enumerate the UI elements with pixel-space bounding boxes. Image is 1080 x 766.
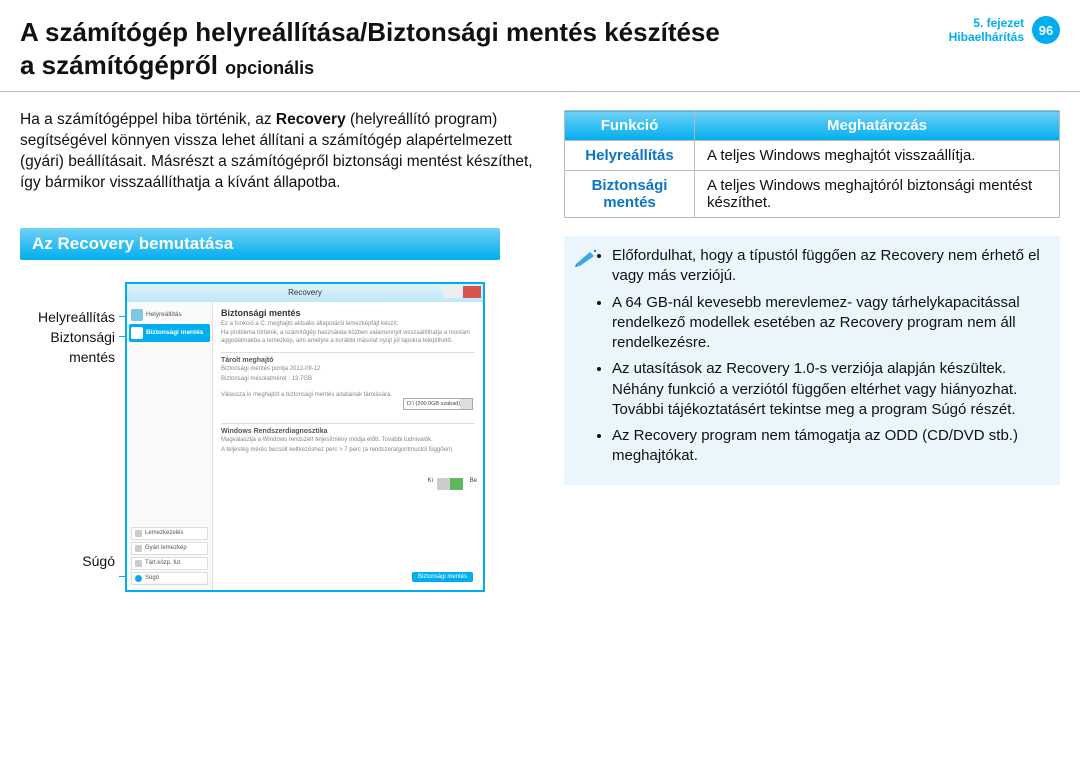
intro-paragraph: Ha a számítógéppel hiba történik, az Rec… bbox=[20, 110, 540, 194]
note-item-1: Előfordulhat, hogy a típustól függően az… bbox=[612, 246, 1048, 287]
td-def-backup: A teljes Windows meghajtóról biztonsági … bbox=[695, 171, 1060, 218]
ss-main-heading: Biztonsági mentés bbox=[221, 308, 475, 318]
chapter-label: 5. fejezet Hibaelhárítás bbox=[949, 16, 1024, 45]
sidebar-help-label: Súgó bbox=[145, 575, 159, 581]
table-row: Helyreállítás A teljes Windows meghajtót… bbox=[565, 141, 1060, 171]
function-table: Funkció Meghatározás Helyreállítás A tel… bbox=[564, 110, 1060, 218]
right-column: Funkció Meghatározás Helyreállítás A tel… bbox=[564, 110, 1060, 592]
note-item-3: Az utasítások az Recovery 1.0-s verziója… bbox=[612, 359, 1048, 420]
ss-window-title: Recovery bbox=[288, 288, 322, 297]
callout-labels: Helyreállítás Biztonsági mentés Súgó bbox=[20, 282, 115, 592]
help-icon bbox=[135, 575, 142, 582]
header-right: 5. fejezet Hibaelhárítás 96 bbox=[949, 16, 1060, 45]
sidebar-bottom2-label: Gyári lemezkép bbox=[145, 545, 187, 551]
page-number-badge: 96 bbox=[1032, 16, 1060, 44]
globe-icon bbox=[131, 309, 143, 321]
close-icon[interactable] bbox=[463, 286, 481, 298]
diagnostics-toggle[interactable] bbox=[437, 478, 467, 490]
ss-desc1: Ez a funkció a C: meghajtó aktuális álla… bbox=[221, 321, 475, 329]
th-function: Funkció bbox=[565, 111, 695, 141]
toggle-off-icon bbox=[437, 478, 450, 490]
run-icon bbox=[135, 560, 142, 567]
note-list: Előfordulhat, hogy a típustól függően az… bbox=[608, 246, 1048, 467]
drive-dropdown[interactable]: D:\ (200.0GB szabad) bbox=[403, 398, 473, 410]
intro-text-a: Ha a számítógéppel hiba történik, az bbox=[20, 111, 276, 128]
content: Ha a számítógéppel hiba történik, az Rec… bbox=[0, 92, 1080, 592]
th-definition: Meghatározás bbox=[695, 111, 1060, 141]
factory-icon bbox=[135, 545, 142, 552]
minimize-icon[interactable] bbox=[443, 286, 461, 298]
title-line1: A számítógép helyreállítása/Biztonsági m… bbox=[20, 17, 720, 47]
td-def-recovery: A teljes Windows meghajtót visszaállítja… bbox=[695, 141, 1060, 171]
sidebar-recovery-label: Helyreállítás bbox=[146, 311, 182, 318]
page-header: A számítógép helyreállítása/Biztonsági m… bbox=[0, 0, 1080, 92]
callout-backup-l2: mentés bbox=[20, 348, 115, 366]
sidebar-bottom-help[interactable]: Súgó bbox=[131, 572, 208, 585]
table-row: Biztonsági mentés A teljes Windows megha… bbox=[565, 171, 1060, 218]
title-line2: a számítógépről bbox=[20, 50, 218, 80]
ss-body: Helyreállítás Biztonsági mentés Lemezkez… bbox=[127, 302, 483, 590]
page-title-block: A számítógép helyreállítása/Biztonsági m… bbox=[20, 16, 720, 81]
note-icon bbox=[574, 248, 598, 268]
sidebar-item-backup[interactable]: Biztonsági mentés bbox=[129, 324, 210, 342]
toggle-on-label: Be bbox=[470, 478, 477, 484]
ss-line1: Biztonsági mentés pontja 2012-09-12 bbox=[221, 366, 475, 374]
ss-line5: A teljestég mérés becsült keltkezéshez p… bbox=[221, 447, 475, 455]
disk-icon bbox=[135, 530, 142, 537]
ss-titlebar: Recovery bbox=[127, 284, 483, 302]
ss-desc2: Ha probléma történik, a számítógép haszn… bbox=[221, 330, 475, 346]
ss-line2: Biztonsági mésolatméret : 13.7GB bbox=[221, 376, 475, 384]
chapter-line1: 5. fejezet bbox=[949, 16, 1024, 30]
sidebar-bottom-run[interactable]: Tárt.közp. fut. bbox=[131, 557, 208, 570]
callout-recovery: Helyreállítás bbox=[20, 308, 115, 326]
td-func-recovery: Helyreállítás bbox=[565, 141, 695, 171]
callout-help: Súgó bbox=[20, 552, 115, 570]
sidebar-bottom-factory[interactable]: Gyári lemezkép bbox=[131, 542, 208, 555]
ss-sub1: Tárolt meghajtó bbox=[221, 357, 475, 364]
note-item-4: Az Recovery program nem támogatja az ODD… bbox=[612, 426, 1048, 467]
ss-line4: Magválasztja a Windows rendszert teljesí… bbox=[221, 437, 475, 445]
ss-main: Biztonsági mentés Ez a funkció a C: megh… bbox=[213, 302, 483, 590]
diagram: Helyreállítás Biztonsági mentés Súgó Rec… bbox=[20, 282, 540, 592]
callout-backup-l1: Biztonsági bbox=[20, 328, 115, 346]
sidebar-bottom3-label: Tárt.közp. fut. bbox=[145, 560, 182, 566]
sidebar-item-recovery[interactable]: Helyreállítás bbox=[129, 306, 210, 324]
title-optional: opcionális bbox=[225, 58, 314, 78]
backup-button[interactable]: Biztonsági mentés bbox=[412, 572, 473, 582]
section-heading: Az Recovery bemutatása bbox=[20, 228, 500, 260]
toggle-off-label: Ki bbox=[428, 478, 433, 484]
intro-bold: Recovery bbox=[276, 111, 346, 128]
ss-sub2: Windows Rendszerdiagnosztika bbox=[221, 428, 475, 435]
note-item-2: A 64 GB-nál kevesebb merevlemez- vagy tá… bbox=[612, 293, 1048, 354]
sidebar-bottom-disk[interactable]: Lemezkezelés bbox=[131, 527, 208, 540]
ss-sidebar: Helyreállítás Biztonsági mentés Lemezkez… bbox=[127, 302, 213, 590]
td-func-backup: Biztonsági mentés bbox=[565, 171, 695, 218]
sidebar-bottom1-label: Lemezkezelés bbox=[145, 530, 183, 536]
recovery-screenshot: Recovery Helyreállítás Bizto bbox=[125, 282, 485, 592]
note-box: Előfordulhat, hogy a típustól függően az… bbox=[564, 236, 1060, 485]
sidebar-backup-label: Biztonsági mentés bbox=[146, 329, 203, 336]
backup-icon bbox=[131, 327, 143, 339]
toggle-on-icon bbox=[450, 478, 463, 490]
left-column: Ha a számítógéppel hiba történik, az Rec… bbox=[20, 110, 540, 592]
screenshot-wrapper: Recovery Helyreállítás Bizto bbox=[125, 282, 485, 592]
chapter-line2: Hibaelhárítás bbox=[949, 30, 1024, 44]
drive-dropdown-value: D:\ (200.0GB szabad) bbox=[407, 401, 460, 407]
